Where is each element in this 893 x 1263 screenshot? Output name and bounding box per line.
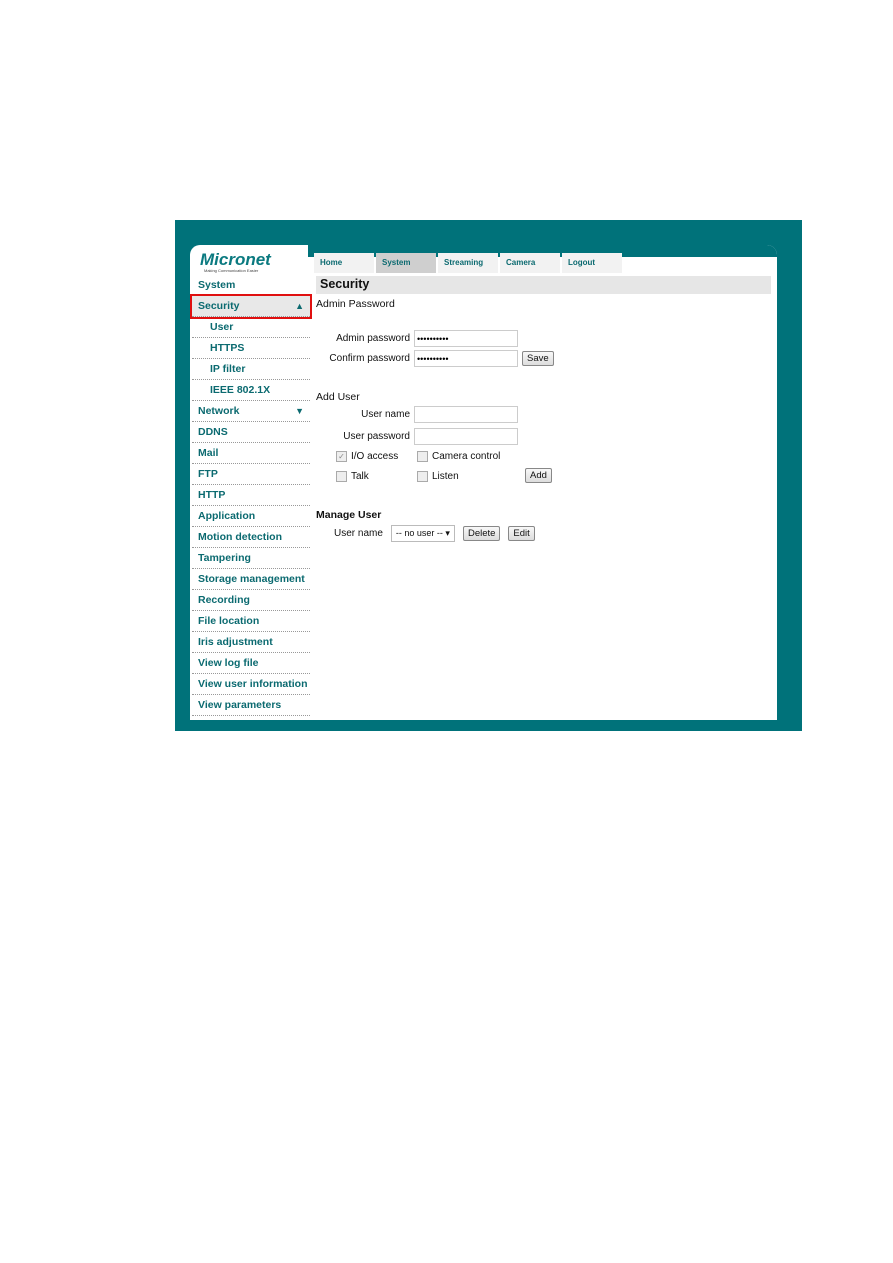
sidebar-item-label: HTTP (198, 489, 226, 501)
sidebar-item-ieee-802-1x[interactable]: IEEE 802.1X (192, 380, 310, 401)
sidebar-item-label: FTP (198, 468, 218, 480)
manage-user-name-label: User name (334, 528, 383, 539)
svg-text:Micronet: Micronet (200, 251, 272, 269)
sidebar-item-iris-adjustment[interactable]: Iris adjustment (192, 632, 310, 653)
sidebar-item-label: Security (198, 300, 240, 312)
sidebar-item-network[interactable]: Network ▼ (192, 401, 310, 422)
sidebar-item-https[interactable]: HTTPS (192, 338, 310, 359)
sidebar-item-view-parameters[interactable]: View parameters (192, 695, 310, 716)
sidebar-item-label: Application (198, 510, 256, 522)
delete-button[interactable]: Delete (462, 526, 501, 541)
sidebar-item-label: IP filter (210, 363, 246, 375)
sidebar-item-factory-default[interactable]: Factory default (192, 716, 310, 720)
save-button[interactable]: Save (522, 351, 554, 366)
sidebar-item-security[interactable]: Security ▲ (190, 294, 312, 319)
main-content: Security Admin Password Admin password C… (316, 276, 771, 542)
tab-camera[interactable]: Camera (500, 253, 560, 273)
admin-password-input[interactable] (414, 330, 518, 347)
sidebar-item-label: DDNS (198, 426, 228, 438)
sidebar-item-tampering[interactable]: Tampering (192, 548, 310, 569)
io-access-label: I/O access (351, 451, 399, 462)
tab-home[interactable]: Home (314, 253, 374, 273)
triangle-down-icon[interactable]: ▼ (295, 401, 304, 422)
sidebar-item-label: View log file (198, 657, 259, 669)
user-name-label: User name (361, 409, 410, 420)
sidebar-item-user[interactable]: User (192, 317, 310, 338)
sidebar-item-ftp[interactable]: FTP (192, 464, 310, 485)
sidebar-item-label: Storage management (198, 573, 305, 585)
sidebar-item-label: View parameters (198, 699, 282, 711)
app-frame: Micronet Making Communication Easier Home… (175, 220, 802, 731)
sidebar-item-label: Recording (198, 594, 250, 606)
sidebar-item-view-user-information[interactable]: View user information (192, 674, 310, 695)
tab-streaming[interactable]: Streaming (438, 253, 498, 273)
panel: Micronet Making Communication Easier Home… (190, 245, 777, 720)
sidebar-item-label: User (210, 321, 234, 333)
sidebar-item-file-location[interactable]: File location (192, 611, 310, 632)
sidebar-item-http[interactable]: HTTP (192, 485, 310, 506)
sidebar-item-system[interactable]: System (192, 275, 310, 296)
sidebar-item-label: HTTPS (210, 342, 245, 354)
user-password-label: User password (343, 431, 410, 442)
sidebar-item-motion-detection[interactable]: Motion detection (192, 527, 310, 548)
talk-checkbox[interactable] (336, 471, 347, 482)
camera-control-checkbox[interactable] (417, 451, 428, 462)
edit-button[interactable]: Edit (508, 526, 535, 541)
sidebar-item-mail[interactable]: Mail (192, 443, 310, 464)
sidebar-item-label: Mail (198, 447, 219, 459)
micronet-logo: Micronet Making Communication Easier (200, 250, 280, 278)
tab-logout[interactable]: Logout (562, 253, 622, 273)
top-tabs: Home System Streaming Camera Logout (314, 253, 622, 273)
talk-label: Talk (351, 471, 369, 482)
sidebar-item-recording[interactable]: Recording (192, 590, 310, 611)
user-select[interactable]: -- no user -- ▾ (390, 525, 455, 542)
page-title: Security (316, 276, 771, 294)
sidebar-item-label: Network (198, 405, 240, 417)
user-select-value: -- no user -- (395, 528, 443, 538)
sidebar-item-label: Motion detection (198, 531, 282, 543)
io-access-checkbox[interactable]: ✓ (336, 451, 347, 462)
listen-label: Listen (432, 471, 459, 482)
add-user-heading: Add User (316, 391, 360, 403)
sidebar-item-label: Tampering (198, 552, 251, 564)
user-name-input[interactable] (414, 406, 518, 423)
sidebar-item-label: View user information (198, 678, 308, 690)
sidebar-item-storage-management[interactable]: Storage management (192, 569, 310, 590)
tab-system[interactable]: System (376, 253, 436, 273)
sidebar: System Security ▲ User HTTPS IP filter IEEE 80… (190, 275, 312, 720)
user-password-input[interactable] (414, 428, 518, 445)
sidebar-item-application[interactable]: Application (192, 506, 310, 527)
sidebar-item-label: Iris adjustment (198, 636, 273, 648)
sidebar-item-label: File location (198, 615, 260, 627)
sidebar-item-view-log-file[interactable]: View log file (192, 653, 310, 674)
sidebar-item-label: System (198, 279, 236, 291)
triangle-up-icon[interactable]: ▲ (295, 296, 304, 317)
confirm-password-input[interactable] (414, 350, 518, 367)
sidebar-item-label: IEEE 802.1X (210, 384, 271, 396)
sidebar-item-ddns[interactable]: DDNS (192, 422, 310, 443)
admin-password-label: Admin password (336, 333, 410, 344)
confirm-password-label: Confirm password (329, 353, 410, 364)
camera-control-label: Camera control (432, 451, 501, 462)
svg-text:Making Communication Easier: Making Communication Easier (204, 268, 259, 273)
add-button[interactable]: Add (525, 468, 552, 483)
manage-user-heading: Manage User (316, 509, 382, 521)
sidebar-item-ip-filter[interactable]: IP filter (192, 359, 310, 380)
listen-checkbox[interactable] (417, 471, 428, 482)
admin-password-heading: Admin Password (316, 298, 395, 310)
